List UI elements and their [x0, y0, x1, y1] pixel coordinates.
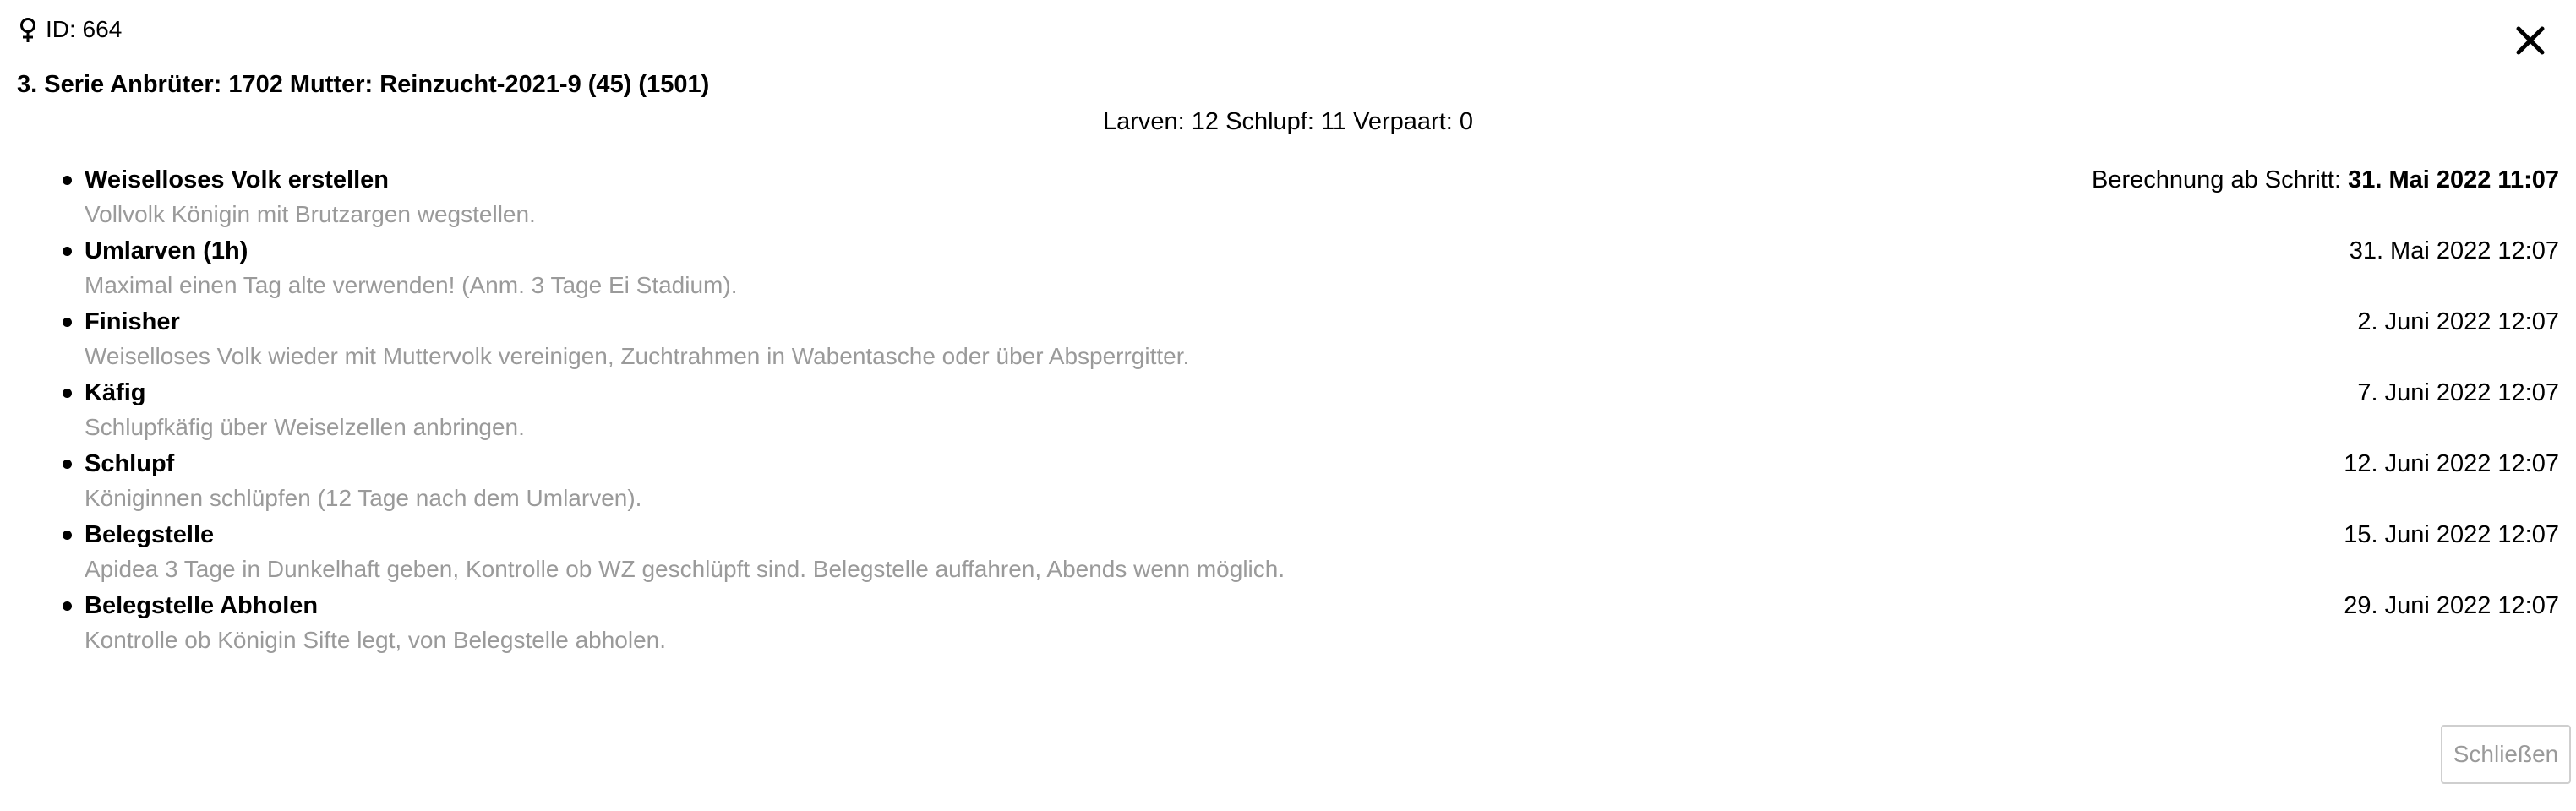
step-description: Apidea 3 Tage in Dunkelhaft geben, Kontr… — [85, 556, 1285, 582]
step-description: Königinnen schlüpfen (12 Tage nach dem U… — [85, 485, 642, 511]
step-description: Weiselloses Volk wieder mit Muttervolk v… — [85, 343, 1190, 369]
serie-title: 3. Serie Anbrüter: 1702 Mutter: Reinzuch… — [17, 71, 710, 98]
step-description: Vollvolk Königin mit Brutzargen wegstell… — [85, 201, 536, 227]
step-name: Weiselloses Volk erstellen — [85, 166, 389, 193]
step-date: 2. Juni 2022 12:07 — [2357, 308, 2559, 335]
close-button[interactable]: Schließen — [2441, 725, 2571, 784]
step-name: Belegstelle Abholen — [85, 592, 319, 619]
step-list: Weiselloses Volk erstellen Vollvolk Köni… — [0, 164, 2576, 661]
bullet-icon — [63, 531, 72, 540]
record-id-label: ID: 664 — [46, 16, 123, 42]
step-description: Kontrolle ob Königin Sifte legt, von Bel… — [85, 627, 667, 653]
calculation-date: 31. Mai 2022 11:07 — [2348, 166, 2559, 193]
list-item: Käfig Schlupfkäfig über Weiselzellen anb… — [0, 377, 2576, 448]
close-icon[interactable] — [2513, 24, 2547, 57]
bullet-icon — [63, 318, 72, 327]
step-date: 31. Mai 2022 12:07 — [2349, 237, 2559, 264]
step-name: Schlupf — [85, 450, 175, 477]
bullet-icon — [63, 176, 72, 185]
step-name: Belegstelle — [85, 521, 215, 548]
step-name: Käfig — [85, 379, 146, 406]
list-item: Schlupf Königinnen schlüpfen (12 Tage na… — [0, 448, 2576, 519]
list-item: Belegstelle Abholen Kontrolle ob Königin… — [0, 590, 2576, 661]
list-item: Belegstelle Apidea 3 Tage in Dunkelhaft … — [0, 519, 2576, 590]
bullet-icon — [63, 460, 72, 469]
list-item: Finisher Weiselloses Volk wieder mit Mut… — [0, 306, 2576, 377]
step-date: 15. Juni 2022 12:07 — [2344, 521, 2559, 548]
bullet-icon — [63, 247, 72, 256]
record-id: ID: 664 — [17, 15, 122, 44]
step-description: Schlupfkäfig über Weiselzellen anbringen… — [85, 414, 525, 440]
calculation-prefix: Berechnung ab Schritt: — [2092, 166, 2349, 193]
female-symbol-icon — [17, 16, 39, 43]
step-date: Berechnung ab Schritt: 31. Mai 2022 11:0… — [2092, 164, 2559, 196]
step-date: 29. Juni 2022 12:07 — [2344, 592, 2559, 619]
step-name: Umlarven (1h) — [85, 237, 248, 264]
step-name: Finisher — [85, 308, 180, 335]
step-date: 7. Juni 2022 12:07 — [2357, 379, 2559, 406]
bullet-icon — [63, 601, 72, 611]
serie-summary: Larven: 12 Schlupf: 11 Verpaart: 0 — [1103, 108, 1473, 135]
step-description: Maximal einen Tag alte verwenden! (Anm. … — [85, 272, 738, 298]
step-date: 12. Juni 2022 12:07 — [2344, 450, 2559, 477]
list-item: Umlarven (1h) Maximal einen Tag alte ver… — [0, 235, 2576, 306]
list-item: Weiselloses Volk erstellen Vollvolk Köni… — [0, 164, 2576, 235]
bullet-icon — [63, 389, 72, 398]
